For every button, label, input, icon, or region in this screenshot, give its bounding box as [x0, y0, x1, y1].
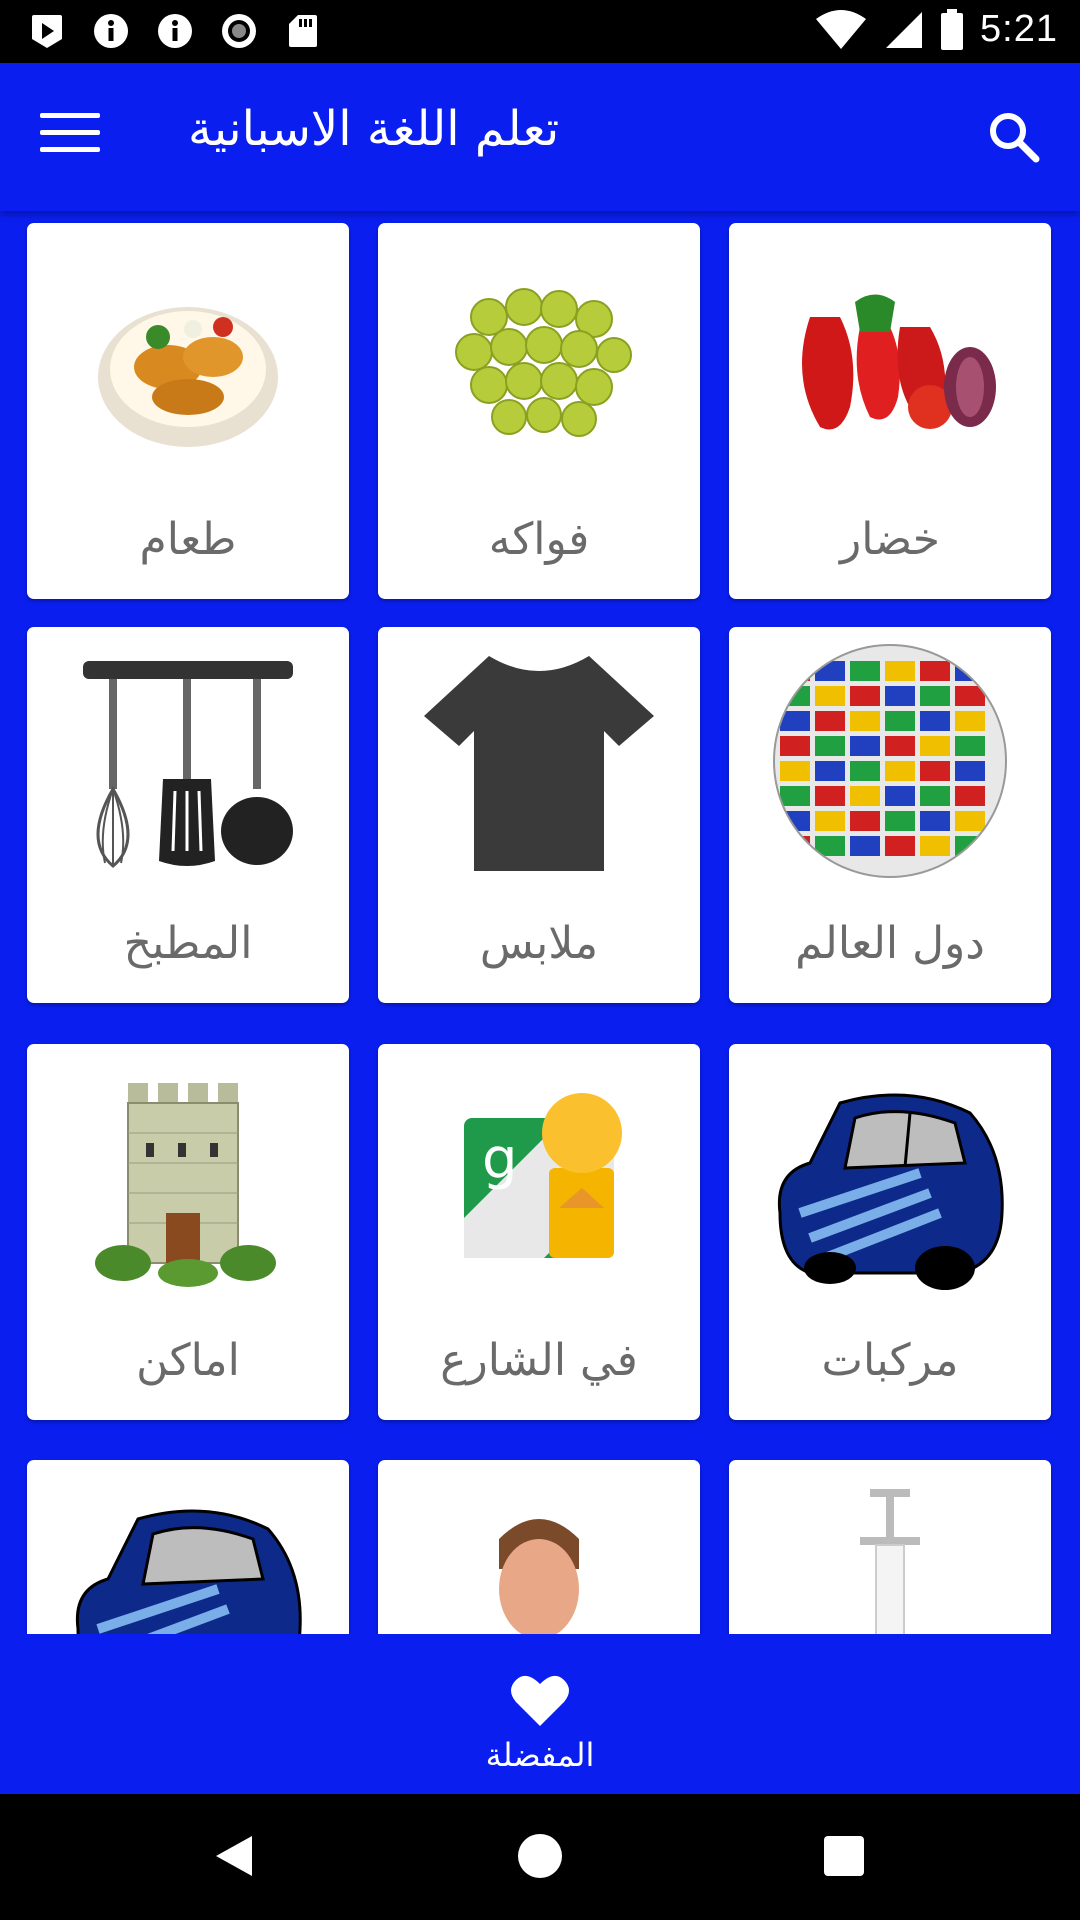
system-nav-bar — [0, 1794, 1080, 1920]
bottom-nav: المفضلة — [0, 1634, 1080, 1794]
category-card[interactable] — [378, 1460, 700, 1634]
vegetables-image — [729, 237, 1051, 477]
wifi-icon — [816, 9, 867, 49]
car-image — [27, 1474, 349, 1634]
category-grid[interactable]: طعام فواكه خضار المطبخ ملابس دول العالم … — [0, 211, 1080, 1634]
category-card-food[interactable]: طعام — [27, 223, 349, 599]
category-label: اماكن — [136, 1335, 240, 1386]
category-label: مركبات — [821, 1335, 959, 1386]
category-card-fruits[interactable]: فواكه — [378, 223, 700, 599]
sd-card-icon — [284, 12, 322, 50]
favorites-tab[interactable]: المفضلة — [440, 1654, 640, 1784]
category-label: ملابس — [479, 918, 599, 969]
category-card-in-the-street[interactable]: g في الشارع — [378, 1044, 700, 1420]
category-card-places[interactable]: اماكن — [27, 1044, 349, 1420]
menu-icon[interactable] — [40, 113, 100, 159]
record-icon — [220, 12, 258, 50]
doctor-image — [378, 1474, 700, 1634]
tshirt-image — [378, 641, 700, 881]
flags-globe-image — [729, 641, 1051, 881]
category-label: في الشارع — [440, 1335, 638, 1386]
play-store-icon — [28, 12, 66, 50]
app-bar: تعلم اللغة الاسبانية — [0, 63, 1080, 211]
category-card-kitchen[interactable]: المطبخ — [27, 627, 349, 1003]
search-icon[interactable] — [984, 107, 1044, 167]
category-label: خضار — [839, 514, 940, 565]
back-icon[interactable] — [212, 1832, 256, 1880]
info-icon — [92, 12, 130, 50]
category-card-world-countries[interactable]: دول العالم — [729, 627, 1051, 1003]
street-view-image: g — [378, 1058, 700, 1298]
svg-text:g: g — [482, 1127, 518, 1192]
app-title: تعلم اللغة الاسبانية — [188, 101, 560, 157]
favorites-label: المفضلة — [485, 1736, 595, 1774]
syringe-image — [729, 1474, 1051, 1634]
category-label: طعام — [139, 514, 237, 565]
battery-icon — [941, 8, 964, 50]
castle-tower-image — [27, 1058, 349, 1298]
info-icon — [156, 12, 194, 50]
category-card-vehicles[interactable]: مركبات — [729, 1044, 1051, 1420]
status-time: 5:21 — [980, 8, 1058, 50]
status-bar: 5:21 — [0, 0, 1080, 63]
category-card-vegetables[interactable]: خضار — [729, 223, 1051, 599]
car-image — [729, 1058, 1051, 1298]
category-card[interactable] — [27, 1460, 349, 1634]
home-icon[interactable] — [518, 1834, 562, 1878]
grapes-image — [378, 237, 700, 477]
category-card[interactable] — [729, 1460, 1051, 1634]
category-label: دول العالم — [795, 918, 985, 969]
category-label: المطبخ — [123, 918, 253, 969]
category-label: فواكه — [488, 514, 590, 565]
signal-icon — [886, 11, 923, 48]
kitchen-utensils-image — [27, 641, 349, 881]
category-card-clothes[interactable]: ملابس — [378, 627, 700, 1003]
heart-icon — [511, 1675, 569, 1726]
food-plate-image — [27, 237, 349, 477]
recent-apps-icon[interactable] — [824, 1836, 864, 1876]
